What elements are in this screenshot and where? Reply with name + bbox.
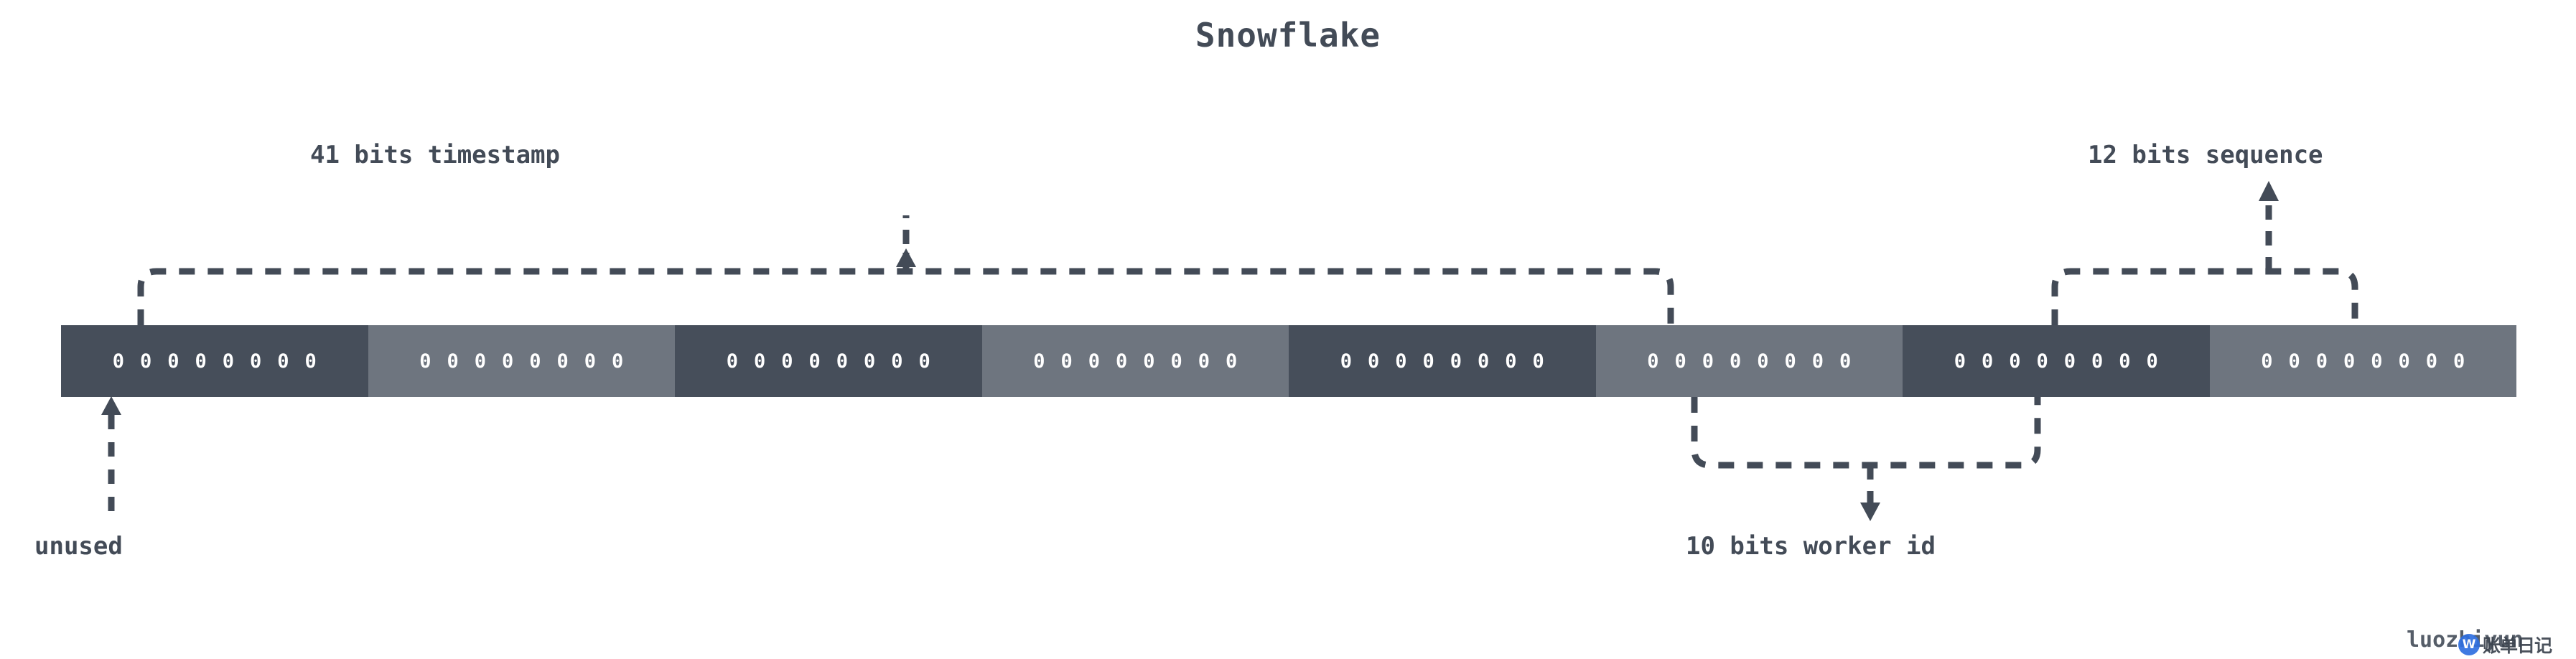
bit-cell: 0 [781, 350, 793, 373]
bit-cell: 0 [2398, 350, 2410, 373]
callout-label-unused: unused [34, 532, 123, 561]
bit-cell: 0 [304, 350, 317, 373]
bit-cell: 0 [1340, 350, 1352, 373]
bit-cell: 0 [1115, 350, 1128, 373]
bit-cell: 0 [753, 350, 766, 373]
bit-cell: 0 [864, 350, 876, 373]
bit-cell: 0 [918, 350, 930, 373]
bit-cell: 0 [556, 350, 569, 373]
bit-cell: 0 [474, 350, 486, 373]
worker-id-bracket [1691, 397, 2041, 521]
bit-cell: 0 [1422, 350, 1434, 373]
callout-label-worker-id: 10 bits worker id [1686, 532, 1936, 561]
bit-cell: 0 [2119, 350, 2131, 373]
bit-cell: 0 [1811, 350, 1824, 373]
bit-cell: 0 [1367, 350, 1380, 373]
bit-cell: 0 [195, 350, 207, 373]
bit-cell: 0 [250, 350, 262, 373]
bit-cell: 0 [529, 350, 541, 373]
bit-cell: 0 [1450, 350, 1462, 373]
byte-block: 00000000 [2209, 325, 2516, 397]
bit-cell: 0 [1674, 350, 1686, 373]
bit-cell: 0 [1143, 350, 1155, 373]
byte-block: 00000000 [981, 325, 1289, 397]
bit-cell: 0 [1839, 350, 1852, 373]
bit-cell: 0 [1647, 350, 1659, 373]
bit-cell: 0 [2091, 350, 2104, 373]
bit-cell: 0 [726, 350, 738, 373]
byte-block: 00000000 [675, 325, 982, 397]
brand-logo-icon: W [2458, 634, 2480, 655]
bit-cell: 0 [1729, 350, 1742, 373]
bit-cell: 0 [1954, 350, 1966, 373]
snowflake-id-diagram: Snowflake 000000000000000000000000000000… [0, 0, 2576, 659]
bit-cell: 0 [2036, 350, 2048, 373]
bit-cell: 0 [2453, 350, 2465, 373]
bit-cell: 0 [584, 350, 597, 373]
bit-cell: 0 [2343, 350, 2356, 373]
byte-block: 00000000 [61, 325, 368, 397]
bit-cell: 0 [1088, 350, 1100, 373]
bit-cell: 0 [808, 350, 821, 373]
bit-cell: 0 [501, 350, 514, 373]
bit-cell: 0 [1702, 350, 1714, 373]
bit-cell: 0 [1060, 350, 1073, 373]
bit-cell: 0 [167, 350, 179, 373]
bit-cell: 0 [612, 350, 624, 373]
bit-cell: 0 [447, 350, 459, 373]
bit-cell: 0 [2315, 350, 2328, 373]
bit-cell: 0 [1505, 350, 1517, 373]
bit-cell: 0 [1395, 350, 1407, 373]
brand-logo-glyph: W [2462, 637, 2476, 652]
bit-cell: 0 [222, 350, 235, 373]
bit-cell: 0 [1033, 350, 1045, 373]
bit-cell: 0 [2063, 350, 2076, 373]
bit-cell: 0 [1981, 350, 1994, 373]
bit-cell: 0 [2261, 350, 2273, 373]
bit-cell: 0 [1532, 350, 1544, 373]
callout-label-sequence: 12 bits sequence [2088, 141, 2323, 169]
byte-block: 00000000 [1595, 325, 1903, 397]
bit-cell: 0 [2371, 350, 2383, 373]
bit-layout-bar: 0000000000000000000000000000000000000000… [61, 325, 2516, 397]
bit-cell: 0 [1170, 350, 1182, 373]
bit-cell: 0 [836, 350, 849, 373]
timestamp-bracket [137, 215, 1674, 325]
byte-block: 00000000 [1903, 325, 2210, 397]
bit-cell: 0 [419, 350, 431, 373]
callout-label-timestamp: 41 bits timestamp [310, 141, 560, 169]
bit-cell: 0 [1226, 350, 1238, 373]
sequence-bracket [2051, 181, 2358, 325]
bit-cell: 0 [1784, 350, 1796, 373]
bit-cell: 0 [1757, 350, 1769, 373]
page-title: Snowflake [1195, 16, 1381, 55]
bit-cell: 0 [112, 350, 124, 373]
byte-block: 00000000 [1289, 325, 1596, 397]
bit-cell: 0 [2288, 350, 2300, 373]
bit-cell: 0 [277, 350, 289, 373]
bit-cell: 0 [2009, 350, 2021, 373]
bit-cell: 0 [1478, 350, 1490, 373]
bit-cell: 0 [2425, 350, 2438, 373]
bit-cell: 0 [1198, 350, 1210, 373]
unused-connector [101, 396, 121, 511]
bit-cell: 0 [139, 350, 152, 373]
byte-block: 00000000 [368, 325, 675, 397]
bit-cell: 0 [2146, 350, 2158, 373]
watermark-brand-label: 账单日记 [2483, 635, 2552, 656]
bit-cell: 0 [891, 350, 903, 373]
watermark-brand: W 账单日记 [2458, 632, 2552, 658]
